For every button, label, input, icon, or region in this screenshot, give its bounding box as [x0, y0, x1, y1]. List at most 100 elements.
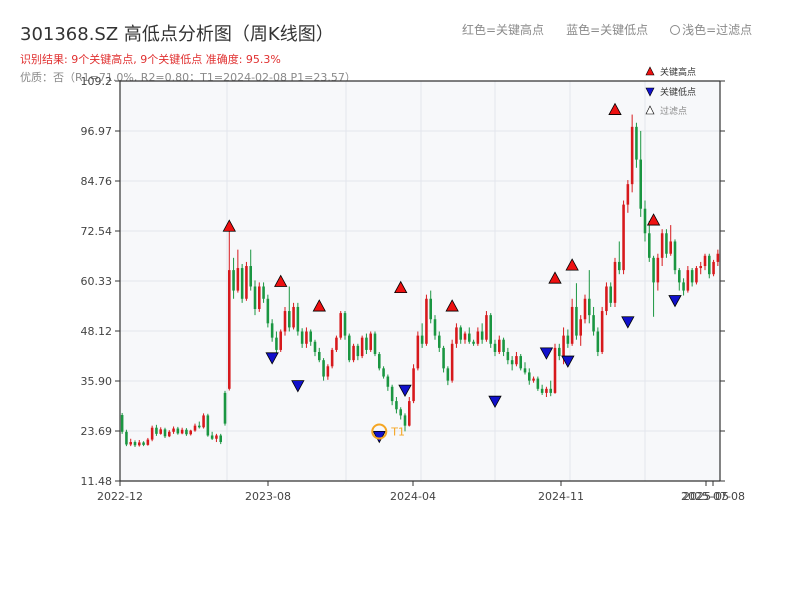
- candle-body: [313, 341, 317, 352]
- candle-body: [446, 368, 450, 381]
- candle-body: [146, 439, 150, 445]
- candle-body: [228, 270, 231, 389]
- candle-body: [390, 386, 394, 402]
- candle-body: [155, 427, 158, 434]
- candle-body: [545, 388, 548, 393]
- candle-body: [463, 333, 467, 340]
- t1-label: T1: [390, 426, 405, 439]
- candle-body: [309, 331, 312, 342]
- candle-body: [673, 241, 677, 271]
- legend-label: 关键低点: [660, 86, 696, 98]
- candle-body: [408, 401, 411, 426]
- candle-body: [605, 286, 608, 312]
- candle-body: [699, 266, 702, 269]
- candle-body: [549, 388, 552, 393]
- x-tick-label: 2023-08: [245, 490, 291, 503]
- candle-body: [506, 351, 510, 361]
- candle-body: [322, 360, 325, 377]
- candle-body: [712, 261, 715, 275]
- candle-body: [283, 311, 287, 332]
- y-tick-label: 96.97: [81, 125, 113, 138]
- candlestick-chart: T1 11.48 23.69 35.90 48.12 60.33 72.54 84.76 96…: [81, 66, 745, 503]
- candle-body: [669, 241, 672, 254]
- candle-body: [528, 372, 531, 381]
- y-tick-label: 84.76: [81, 175, 113, 188]
- candle-body: [223, 392, 227, 424]
- legend-label: 关键高点: [660, 66, 696, 78]
- candle-body: [193, 425, 197, 431]
- candle-body: [262, 286, 265, 299]
- legend-high-icon: [645, 66, 655, 76]
- candle-body: [253, 286, 257, 309]
- candle-body: [403, 415, 407, 426]
- candle-body: [660, 233, 664, 258]
- candle-body: [163, 429, 167, 437]
- candle-body: [558, 347, 561, 357]
- candle-body: [570, 306, 574, 344]
- candle-body: [583, 298, 587, 320]
- x-tick-label: 2025-07-08: [681, 490, 745, 503]
- candle-body: [305, 331, 308, 344]
- candle-body: [279, 331, 282, 350]
- candle-body: [232, 270, 235, 291]
- candle-body: [553, 347, 557, 393]
- candle-body: [716, 253, 720, 262]
- candle-body: [382, 368, 385, 377]
- candle-body: [318, 351, 321, 361]
- y-tick-label: 11.48: [81, 475, 113, 488]
- candle-body: [686, 270, 690, 291]
- candle-body: [493, 343, 497, 352]
- candle-body: [369, 333, 372, 350]
- y-tick-label: 35.90: [81, 375, 113, 388]
- x-tick-label: 2024-04: [390, 490, 436, 503]
- candle-body: [459, 327, 462, 340]
- candle-body: [562, 335, 565, 357]
- candle-body: [489, 315, 492, 344]
- candle-body: [206, 415, 210, 436]
- candle-body: [270, 323, 274, 338]
- candle-body: [292, 306, 295, 328]
- candle-body: [708, 255, 711, 275]
- candle-body: [498, 339, 501, 352]
- candle-body: [176, 428, 180, 434]
- candle-body: [635, 126, 638, 160]
- candle-body: [129, 442, 132, 445]
- candle-body: [480, 331, 484, 340]
- candle-body: [643, 208, 647, 234]
- candle-body: [472, 341, 475, 344]
- candle-body: [703, 255, 707, 267]
- grid-lines: [120, 81, 720, 481]
- candle-body: [476, 331, 480, 344]
- candle-body: [433, 319, 437, 336]
- candle-body: [189, 430, 192, 435]
- candle-body: [198, 425, 201, 428]
- candle-body: [575, 306, 578, 336]
- x-tick-label: 2022-12: [97, 490, 143, 503]
- candle-body: [579, 319, 582, 336]
- y-tick-label: 109.2: [81, 75, 113, 88]
- candle-body: [395, 401, 398, 410]
- candle-body: [202, 415, 205, 428]
- candle-body: [378, 354, 381, 369]
- candle-body: [682, 282, 685, 291]
- candle-body: [609, 286, 612, 303]
- candle-body: [288, 311, 291, 328]
- candle-body: [339, 313, 342, 338]
- candle-body: [343, 313, 347, 336]
- candle-body: [348, 335, 351, 361]
- candle-body: [665, 233, 668, 254]
- candle-body: [468, 333, 471, 342]
- candle-body: [425, 298, 428, 344]
- candle-body: [125, 431, 128, 445]
- candle-body: [622, 204, 625, 271]
- candle-body: [133, 442, 137, 446]
- candle-body: [618, 261, 621, 271]
- candle-body: [365, 337, 368, 350]
- candle-body: [588, 298, 591, 316]
- candle-body: [450, 343, 454, 381]
- candle-body: [536, 378, 540, 389]
- candle-body: [626, 184, 630, 205]
- candle-body: [258, 286, 261, 309]
- candle-body: [330, 349, 334, 367]
- candle-body: [335, 337, 338, 350]
